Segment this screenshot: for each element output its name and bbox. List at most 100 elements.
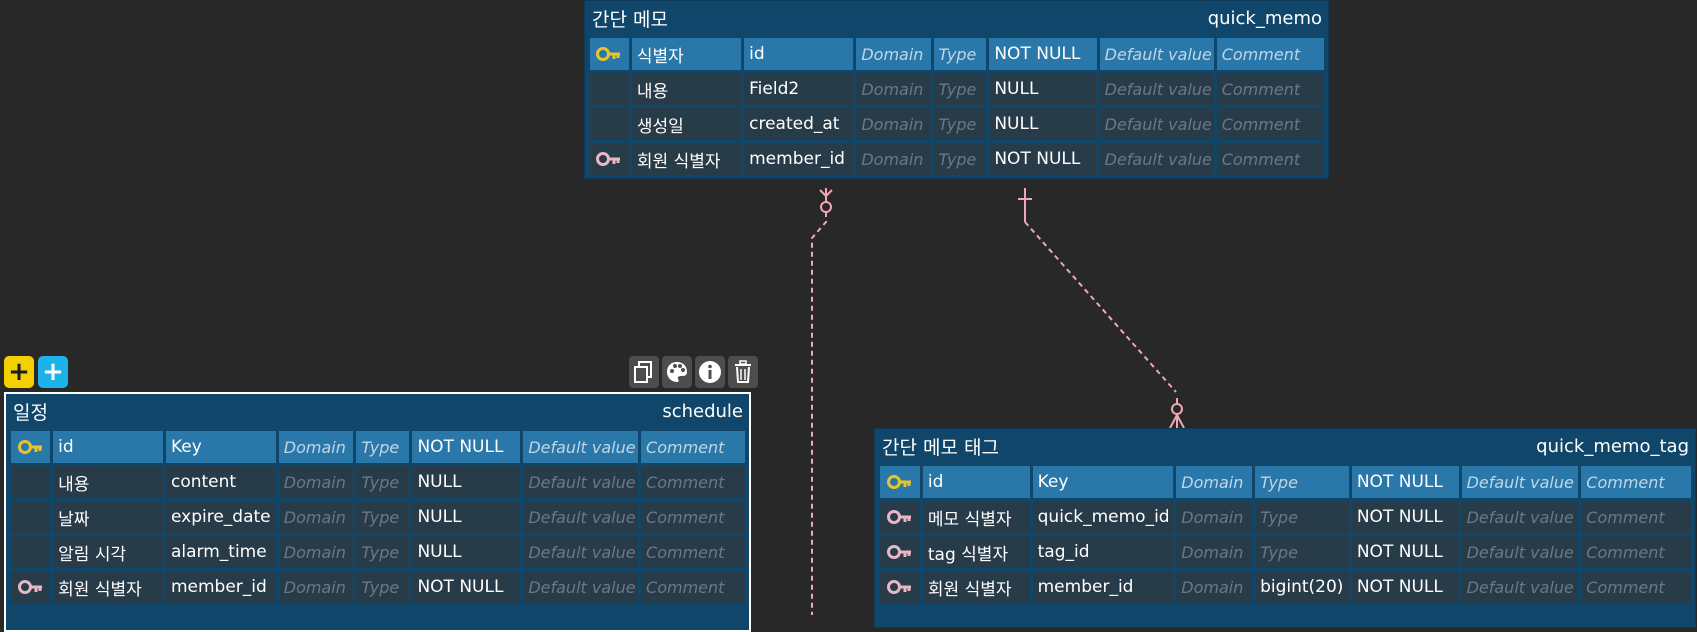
column-row[interactable]: 메모 식별자 quick_memo_id Domain Type NOT NULL Def…: [880, 501, 1691, 533]
type-cell[interactable]: bigint(20): [1255, 571, 1349, 603]
domain-cell[interactable]: Domain: [1176, 571, 1253, 603]
type-cell[interactable]: Type: [356, 431, 410, 463]
key-cell[interactable]: [11, 501, 51, 533]
comment-cell[interactable]: Comment: [1216, 38, 1324, 70]
default-value-cell[interactable]: Default value: [1099, 38, 1214, 70]
key-cell[interactable]: [590, 38, 629, 70]
table-header[interactable]: 간단 메모 quick_memo: [585, 1, 1328, 35]
domain-cell[interactable]: Domain: [856, 143, 931, 175]
physical-name-cell[interactable]: expire_date: [165, 501, 276, 533]
type-cell[interactable]: Type: [1255, 536, 1349, 568]
logical-name-cell[interactable]: 회원 식별자: [631, 143, 742, 175]
logical-name-cell[interactable]: 생성일: [631, 108, 742, 140]
default-value-cell[interactable]: Default value: [1461, 466, 1579, 498]
default-value-cell[interactable]: Default value: [1099, 73, 1214, 105]
null-cell[interactable]: NOT NULL: [412, 571, 521, 603]
key-cell[interactable]: [11, 431, 51, 463]
logical-name-cell[interactable]: id: [922, 466, 1030, 498]
column-row[interactable]: tag 식별자 tag_id Domain Type NOT NULL Default v…: [880, 536, 1691, 568]
key-cell[interactable]: [880, 501, 920, 533]
column-row[interactable]: id Key Domain Type NOT NULL Default value Comm…: [880, 466, 1691, 498]
physical-name-cell[interactable]: member_id: [1032, 571, 1174, 603]
default-value-cell[interactable]: Default value: [1461, 501, 1579, 533]
logical-name-cell[interactable]: 회원 식별자: [53, 571, 163, 603]
relation-quick-memo-tag[interactable]: [1018, 188, 1185, 429]
default-value-cell[interactable]: Default value: [523, 431, 639, 463]
column-row[interactable]: 식별자 id Domain Type NOT NULL Default value Comm…: [590, 38, 1324, 70]
default-value-cell[interactable]: Default value: [523, 536, 639, 568]
physical-name-cell[interactable]: Key: [1032, 466, 1174, 498]
domain-cell[interactable]: Domain: [278, 536, 354, 568]
add-column-button[interactable]: +: [4, 356, 34, 388]
null-cell[interactable]: NULL: [412, 466, 521, 498]
comment-cell[interactable]: Comment: [1216, 108, 1324, 140]
key-cell[interactable]: [590, 143, 629, 175]
logical-name-cell[interactable]: id: [53, 431, 163, 463]
info-button[interactable]: [695, 356, 725, 388]
color-button[interactable]: [662, 356, 692, 388]
delete-button[interactable]: [728, 356, 758, 388]
comment-cell[interactable]: Comment: [641, 466, 745, 498]
physical-name-cell[interactable]: tag_id: [1032, 536, 1174, 568]
default-value-cell[interactable]: Default value: [523, 466, 639, 498]
null-cell[interactable]: NULL: [989, 73, 1097, 105]
type-cell[interactable]: Type: [356, 571, 410, 603]
domain-cell[interactable]: Domain: [856, 38, 931, 70]
comment-cell[interactable]: Comment: [641, 571, 745, 603]
null-cell[interactable]: NOT NULL: [412, 431, 521, 463]
logical-name-cell[interactable]: 내용: [631, 73, 742, 105]
comment-cell[interactable]: Comment: [1581, 466, 1691, 498]
comment-cell[interactable]: Comment: [641, 501, 745, 533]
null-cell[interactable]: NOT NULL: [989, 38, 1097, 70]
type-cell[interactable]: Type: [356, 536, 410, 568]
physical-name-cell[interactable]: alarm_time: [165, 536, 276, 568]
table-header[interactable]: 간단 메모 태그 quick_memo_tag: [875, 429, 1695, 463]
column-row[interactable]: 생성일 created_at Domain Type NULL Default value…: [590, 108, 1324, 140]
physical-name-cell[interactable]: member_id: [165, 571, 276, 603]
comment-cell[interactable]: Comment: [1216, 143, 1324, 175]
key-cell[interactable]: [880, 571, 920, 603]
relation-quick-memo-schedule[interactable]: [811, 188, 833, 615]
type-cell[interactable]: Type: [356, 501, 410, 533]
default-value-cell[interactable]: Default value: [523, 571, 639, 603]
domain-cell[interactable]: Domain: [856, 108, 931, 140]
type-cell[interactable]: Type: [933, 38, 987, 70]
key-cell[interactable]: [880, 466, 920, 498]
comment-cell[interactable]: Comment: [1581, 571, 1691, 603]
domain-cell[interactable]: Domain: [278, 571, 354, 603]
physical-name-cell[interactable]: quick_memo_id: [1032, 501, 1174, 533]
column-row[interactable]: id Key Domain Type NOT NULL Default value Comm…: [11, 431, 745, 463]
physical-name-cell[interactable]: member_id: [744, 143, 854, 175]
column-row[interactable]: 회원 식별자 member_id Domain bigint(20) NOT NULL D…: [880, 571, 1691, 603]
type-cell[interactable]: Type: [1255, 501, 1349, 533]
null-cell[interactable]: NOT NULL: [989, 143, 1097, 175]
column-row[interactable]: 회원 식별자 member_id Domain Type NOT NULL Default…: [590, 143, 1324, 175]
physical-name-cell[interactable]: Key: [165, 431, 276, 463]
null-cell[interactable]: NOT NULL: [1351, 536, 1459, 568]
logical-name-cell[interactable]: 식별자: [631, 38, 742, 70]
table-header[interactable]: 일정 schedule: [6, 394, 749, 428]
null-cell[interactable]: NOT NULL: [1351, 501, 1459, 533]
logical-name-cell[interactable]: 알림 시각: [53, 536, 163, 568]
default-value-cell[interactable]: Default value: [1099, 108, 1214, 140]
table-schedule[interactable]: 일정 schedule id Key Domain Type NOT NULL Defau…: [4, 392, 751, 632]
key-cell[interactable]: [590, 73, 629, 105]
default-value-cell[interactable]: Default value: [1461, 536, 1579, 568]
domain-cell[interactable]: Domain: [1176, 501, 1253, 533]
domain-cell[interactable]: Domain: [1176, 536, 1253, 568]
table-quick-memo[interactable]: 간단 메모 quick_memo 식별자 id Domain Type NOT NULL…: [584, 0, 1329, 179]
null-cell[interactable]: NULL: [989, 108, 1097, 140]
copy-button[interactable]: [629, 356, 659, 388]
default-value-cell[interactable]: Default value: [1099, 143, 1214, 175]
comment-cell[interactable]: Comment: [1216, 73, 1324, 105]
type-cell[interactable]: Type: [356, 466, 410, 498]
key-cell[interactable]: [11, 571, 51, 603]
physical-name-cell[interactable]: created_at: [744, 108, 854, 140]
physical-name-cell[interactable]: content: [165, 466, 276, 498]
table-quick-memo-tag[interactable]: 간단 메모 태그 quick_memo_tag id Key Domain Type N…: [874, 428, 1696, 628]
comment-cell[interactable]: Comment: [641, 536, 745, 568]
logical-name-cell[interactable]: 메모 식별자: [922, 501, 1030, 533]
type-cell[interactable]: Type: [933, 108, 987, 140]
domain-cell[interactable]: Domain: [278, 501, 354, 533]
key-cell[interactable]: [11, 536, 51, 568]
